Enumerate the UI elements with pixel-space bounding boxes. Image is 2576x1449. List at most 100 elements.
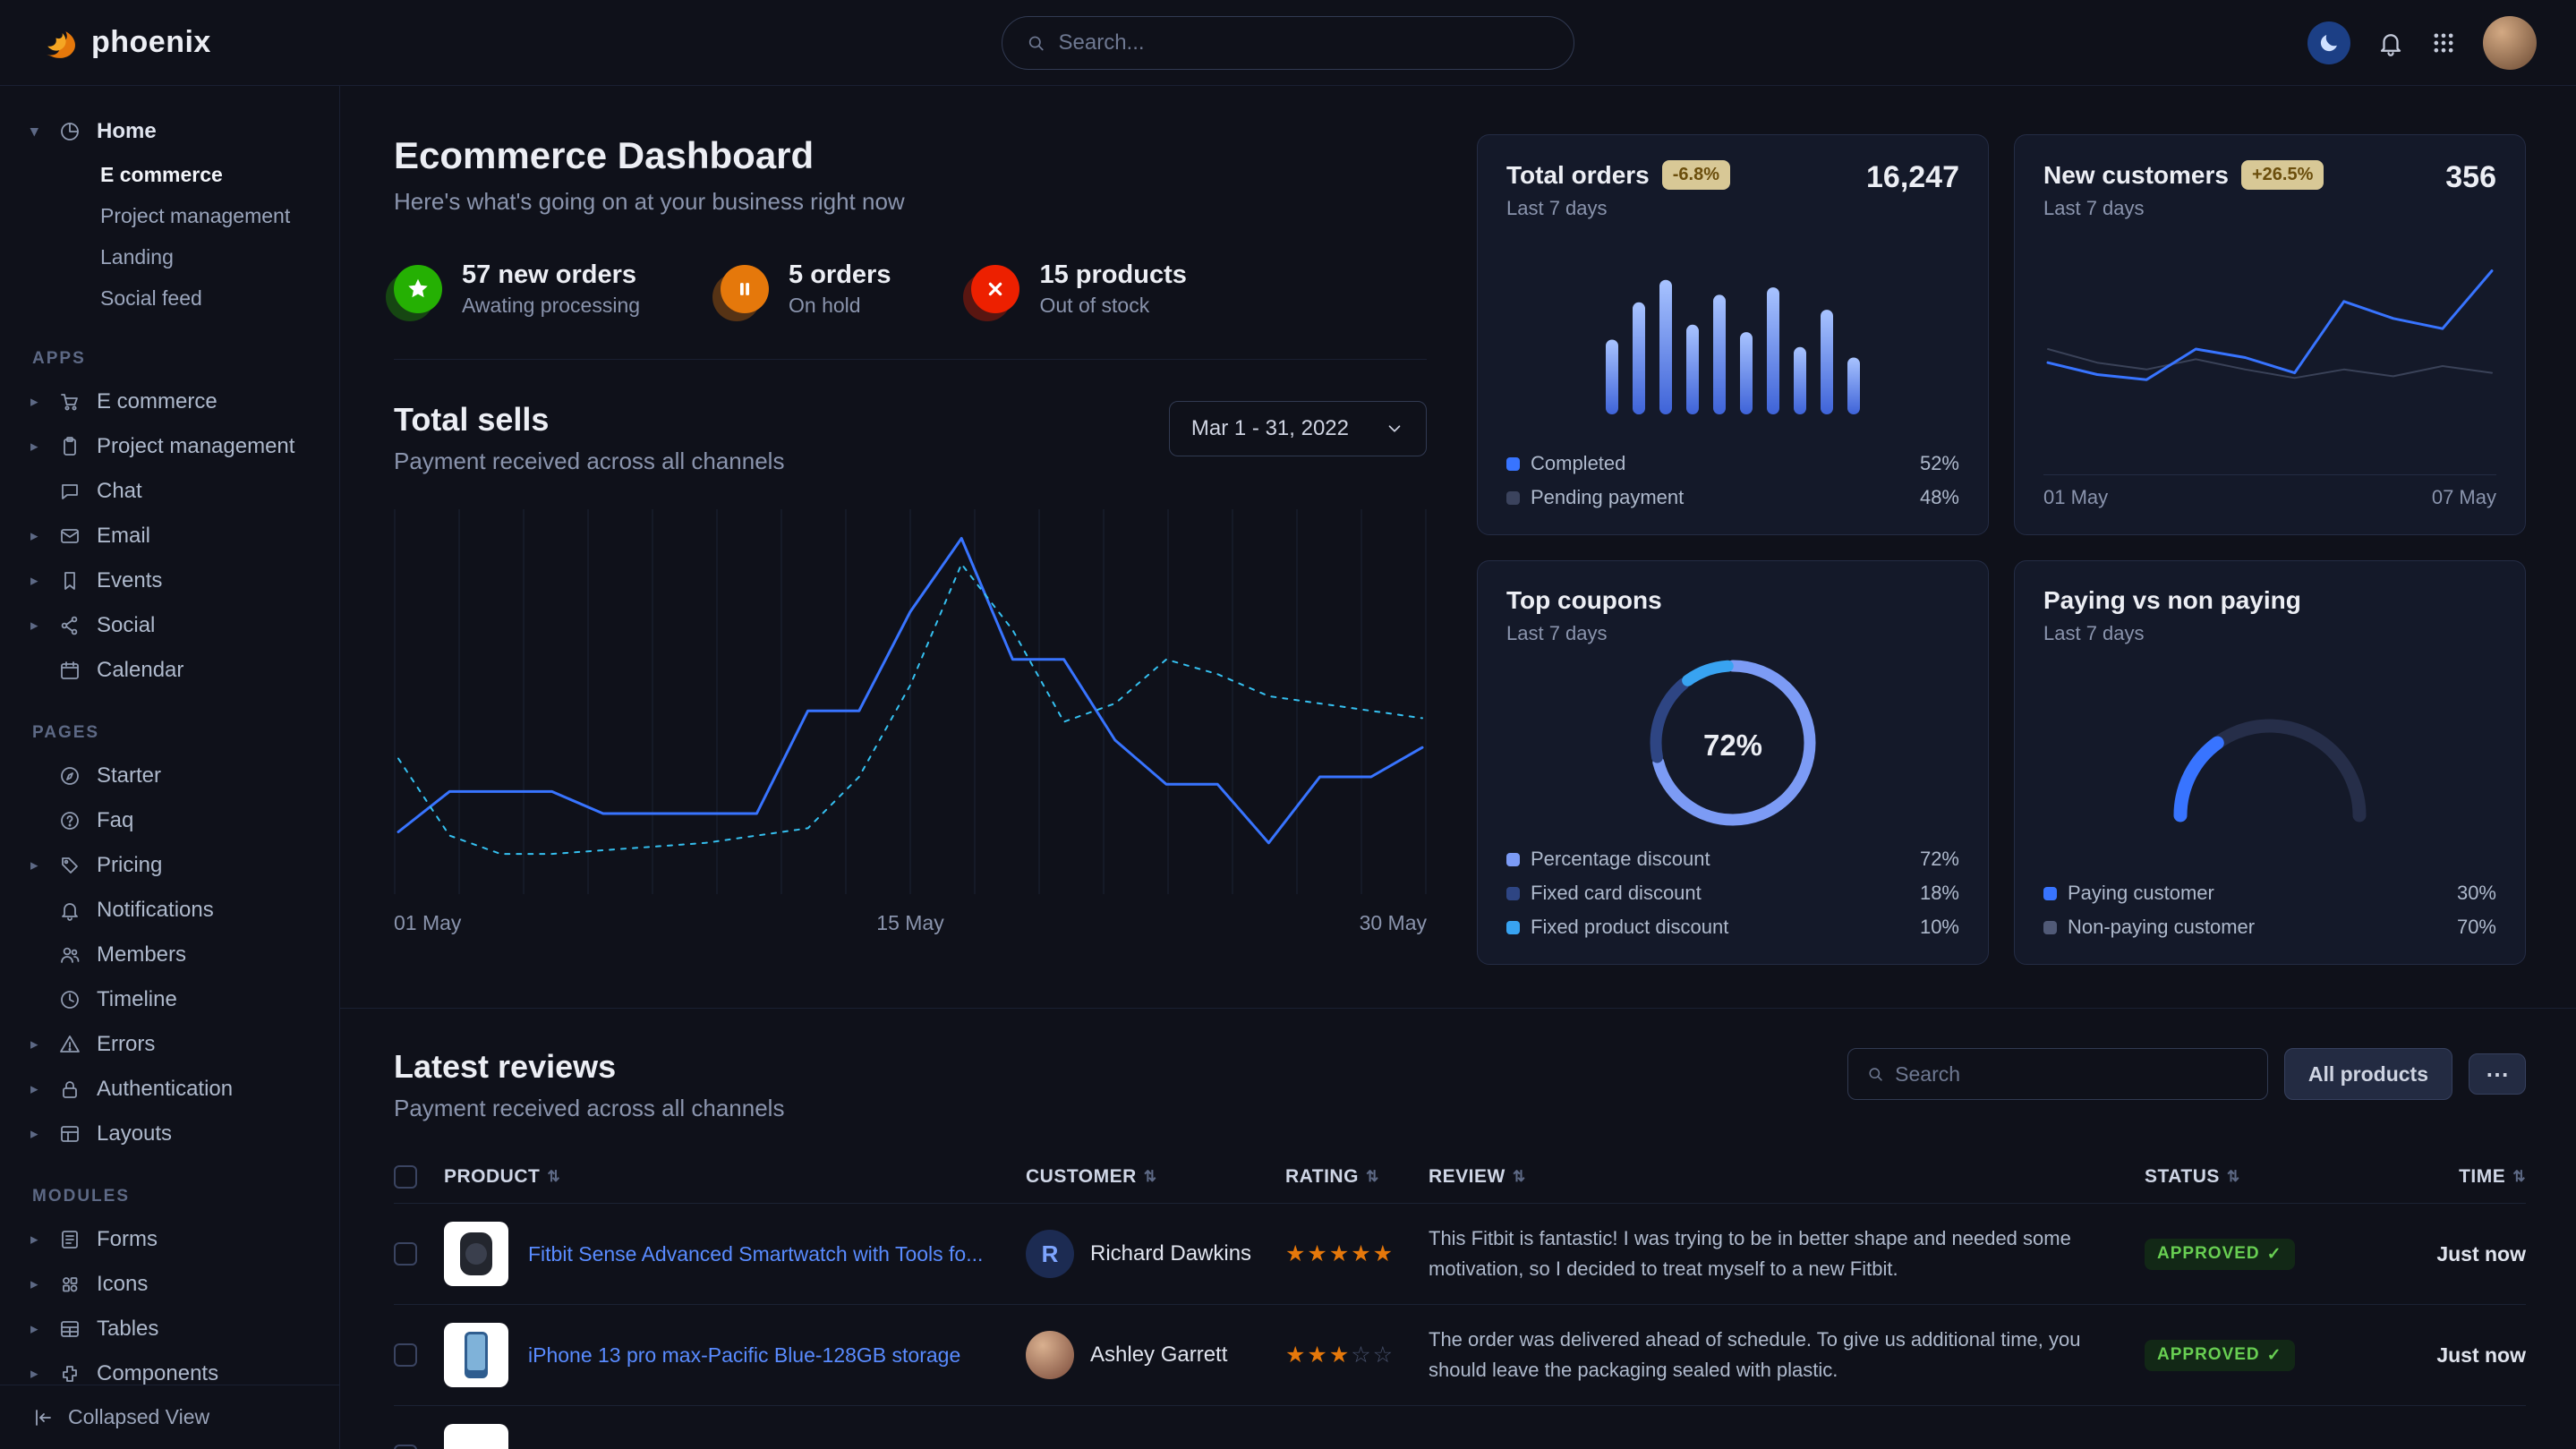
sidebar-item-components[interactable]: ▸Components	[0, 1351, 339, 1385]
total-orders-badge: -6.8%	[1662, 160, 1730, 190]
bookmark-icon	[59, 570, 81, 592]
collapsed-view-toggle[interactable]: Collapsed View	[0, 1385, 339, 1449]
cart-icon	[59, 391, 81, 413]
sidebar-item-timeline[interactable]: Timeline	[0, 977, 339, 1022]
bell-icon	[2377, 30, 2404, 56]
question-icon	[59, 810, 82, 831]
sidebar-item-email[interactable]: ▸Email	[0, 514, 339, 558]
sidebar-item-home[interactable]: ▾Home	[0, 109, 339, 154]
reviews-table: PRODUCT⇅CUSTOMER⇅RATING⇅REVIEW⇅STATUS⇅TI…	[394, 1156, 2526, 1449]
legend-swatch	[1506, 921, 1520, 934]
total-orders-period: Last 7 days	[1506, 197, 1730, 220]
sidebar-item-events[interactable]: ▸Events	[0, 558, 339, 603]
reviews-search[interactable]	[1847, 1048, 2268, 1100]
column-header-review[interactable]: REVIEW⇅	[1429, 1166, 2145, 1188]
sidebar-item-layouts[interactable]: ▸Layouts	[0, 1112, 339, 1156]
row-checkbox[interactable]	[394, 1343, 417, 1367]
x-axis-label: 01 May	[394, 911, 461, 935]
sidebar-item-label: Calendar	[97, 658, 183, 683]
sidebar-item-forms[interactable]: ▸Forms	[0, 1217, 339, 1262]
sidebar-item-project-management[interactable]: ▸Project management	[0, 424, 339, 469]
column-header-customer[interactable]: CUSTOMER⇅	[1026, 1166, 1285, 1188]
sidebar-item-calendar[interactable]: Calendar	[0, 648, 339, 693]
legend-swatch	[2043, 887, 2057, 900]
status-cell: APPROVED ✓	[2145, 1239, 2368, 1270]
page-title: Ecommerce Dashboard	[394, 134, 1427, 177]
sidebar-item-members[interactable]: Members	[0, 933, 339, 977]
sidebar-item-e-commerce[interactable]: ▸E commerce	[0, 379, 339, 424]
column-label: STATUS	[2145, 1166, 2220, 1188]
customer-avatar	[1026, 1331, 1074, 1379]
sidebar-item-pricing[interactable]: ▸Pricing	[0, 843, 339, 888]
status-cell: APPROVED✓	[2145, 1340, 2368, 1371]
total-sells-subtitle: Payment received across all channels	[394, 447, 784, 475]
sidebar-item-chat[interactable]: Chat	[0, 469, 339, 514]
column-header-rating[interactable]: RATING⇅	[1285, 1166, 1429, 1188]
column-label: RATING	[1285, 1166, 1359, 1188]
legend-row: Fixed card discount18%	[1506, 882, 1959, 905]
caret-down-icon: ▾	[30, 123, 45, 141]
sort-icon: ⇅	[2512, 1168, 2526, 1186]
more-options-button[interactable]: ⋯	[2469, 1053, 2526, 1095]
column-header-time[interactable]: TIME⇅	[2368, 1166, 2526, 1188]
review-text: This Fitbit is fantastic! I was trying t…	[1429, 1223, 2109, 1284]
customer-name: Ashley Garrett	[1090, 1342, 1227, 1368]
topbar-search-input[interactable]	[1059, 30, 1551, 55]
sidebar-item-tables[interactable]: ▸Tables	[0, 1307, 339, 1351]
collapsed-view-label: Collapsed View	[68, 1405, 209, 1429]
legend-value: 30%	[2457, 882, 2496, 905]
column-label: REVIEW	[1429, 1166, 1506, 1188]
notifications-button[interactable]	[2377, 30, 2404, 56]
sidebar-item-label: Authentication	[97, 1077, 233, 1102]
sidebar: ▾HomeE commerceProject managementLanding…	[0, 86, 340, 1449]
theme-toggle-button[interactable]	[2307, 21, 2350, 64]
clock-icon	[59, 989, 81, 1010]
topbar-search[interactable]	[1002, 16, 1574, 70]
sidebar-item-starter[interactable]: Starter	[0, 754, 339, 798]
row-checkbox[interactable]	[394, 1242, 417, 1266]
sidebar-item-social[interactable]: ▸Social	[0, 603, 339, 648]
legend-value: 70%	[2457, 916, 2496, 939]
new-customers-x-labels: 01 May07 May	[2043, 474, 2496, 509]
check-icon: ✓	[2267, 1244, 2282, 1265]
form-icon	[59, 1229, 81, 1250]
date-range-select[interactable]: Mar 1 - 31, 2022	[1169, 401, 1427, 456]
row-checkbox[interactable]	[394, 1445, 417, 1449]
column-header-status[interactable]: STATUS⇅	[2145, 1166, 2368, 1188]
sidebar-item-authentication[interactable]: ▸Authentication	[0, 1067, 339, 1112]
apps-grid-button[interactable]	[2431, 30, 2456, 55]
sidebar-item-errors[interactable]: ▸Errors	[0, 1022, 339, 1067]
status-label: APPROVED	[2157, 1244, 2260, 1264]
caret-right-icon: ▸	[30, 1365, 45, 1383]
product-cell	[444, 1424, 1026, 1449]
sidebar-item-notifications[interactable]: Notifications	[0, 888, 339, 933]
sidebar-subitem-project-management[interactable]: Project management	[0, 195, 339, 236]
customer-avatar: R	[1026, 1230, 1074, 1278]
paying-gauge-chart	[2167, 701, 2373, 826]
reviews-search-input[interactable]	[1895, 1062, 2249, 1087]
stat-value: 57 new orders	[462, 260, 640, 290]
table-icon	[59, 1318, 82, 1340]
brand[interactable]: phoenix	[39, 23, 211, 63]
legend-label: Percentage discount	[1531, 848, 1710, 871]
legend-row: Fixed product discount10%	[1506, 916, 1959, 939]
product-link[interactable]: iPhone 13 pro max-Pacific Blue-128GB sto…	[528, 1341, 960, 1369]
sidebar-item-icons[interactable]: ▸Icons	[0, 1262, 339, 1307]
sidebar-subitem-landing[interactable]: Landing	[0, 236, 339, 277]
sidebar-subitem-social-feed[interactable]: Social feed	[0, 277, 339, 319]
x-axis-label: 15 May	[876, 911, 943, 935]
sidebar-item-label: Members	[97, 942, 186, 967]
sidebar-subitem-e-commerce[interactable]: E commerce	[0, 154, 339, 195]
product-link[interactable]: Fitbit Sense Advanced Smartwatch with To…	[528, 1240, 983, 1268]
all-products-button[interactable]: All products	[2284, 1048, 2452, 1100]
select-all-checkbox[interactable]	[394, 1165, 417, 1189]
sidebar-item-faq[interactable]: Faq	[0, 798, 339, 843]
column-header-product[interactable]: PRODUCT⇅	[444, 1166, 1026, 1188]
table-row-partial	[394, 1405, 2526, 1449]
legend-row: Percentage discount72%	[1506, 848, 1959, 871]
product-cell: iPhone 13 pro max-Pacific Blue-128GB sto…	[444, 1323, 1026, 1387]
clock-icon	[59, 989, 82, 1010]
user-avatar[interactable]	[2483, 16, 2537, 70]
stat-caption: Awating processing	[462, 294, 640, 318]
chat-icon	[59, 481, 81, 502]
